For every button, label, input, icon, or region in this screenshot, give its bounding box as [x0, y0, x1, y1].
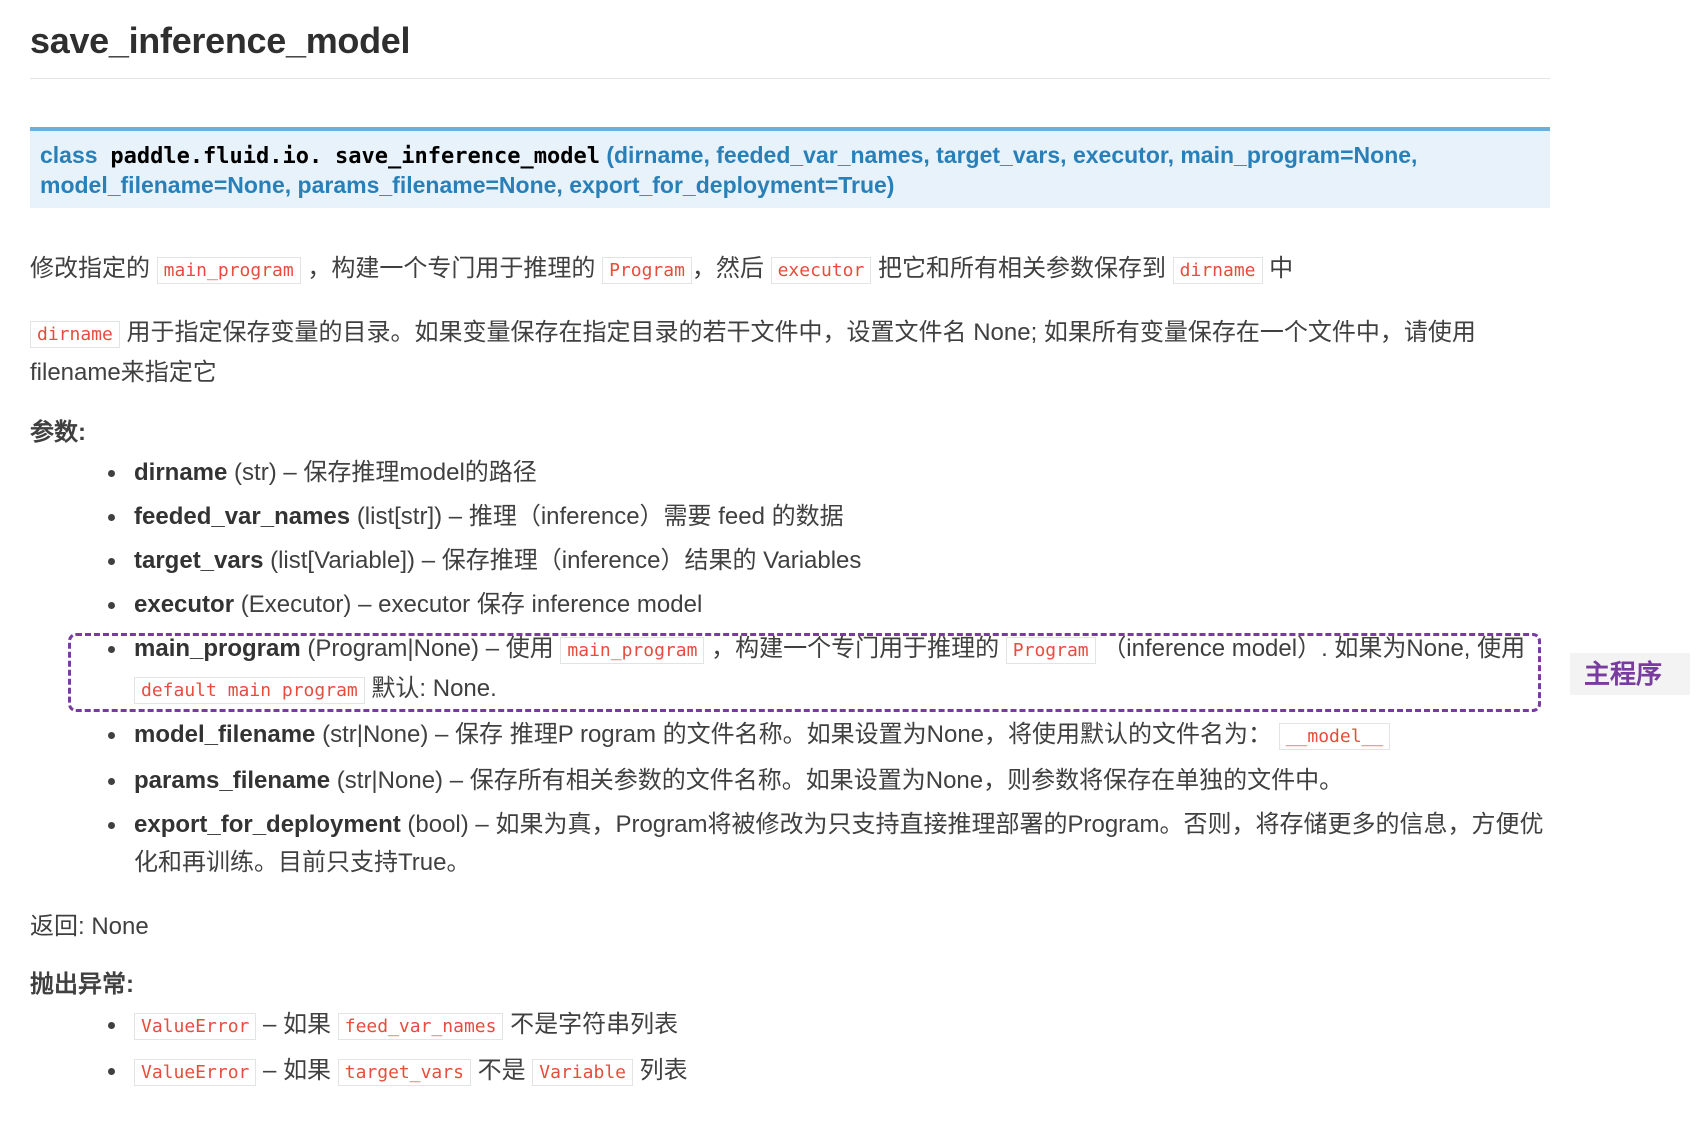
param-sep: –: [448, 503, 463, 530]
doc-page: save_inference_model class paddle.fluid.…: [30, 0, 1550, 1098]
raises-code-valueerror: ValueError: [134, 1013, 257, 1040]
desc1-text-4: 把它和所有相关参数保存到: [877, 255, 1166, 282]
param-item-dirname: dirname (str) – 保存推理model的路径: [102, 454, 1550, 492]
raises-list: ValueError – 如果 feed_var_names 不是字符串列表 V…: [30, 1006, 1550, 1092]
raises-heading: 抛出异常:: [30, 971, 134, 998]
param-type: (str): [234, 459, 277, 486]
param-type: (Executor): [240, 591, 352, 618]
param-desc-1: 保存 推理P rogram 的文件名称。如果设置为None，将使用默认的文件名为…: [455, 721, 1273, 748]
main-program-annotation: 主程序: [1570, 653, 1690, 695]
param-sep: –: [435, 721, 449, 748]
param-name: params_filename: [134, 767, 331, 794]
param-desc: executor 保存 inference model: [378, 591, 703, 618]
function-signature: class paddle.fluid.io. save_inference_mo…: [30, 127, 1550, 208]
raises-text-1: – 如果: [263, 1011, 332, 1038]
returns-line: 返回: None: [30, 913, 149, 940]
param-item-executor: executor (Executor) – executor 保存 infere…: [102, 586, 1550, 624]
title-divider: [30, 78, 1550, 79]
param-sep: –: [421, 547, 436, 574]
param-sep: –: [475, 811, 489, 838]
param-name: target_vars: [134, 547, 264, 574]
param-desc: 保存所有相关参数的文件名称。如果设置为None，则参数将保存在单独的文件中。: [469, 767, 1344, 794]
raises-item: ValueError – 如果 feed_var_names 不是字符串列表: [102, 1006, 1550, 1046]
params-heading: 参数:: [30, 419, 86, 446]
param-sep: –: [358, 591, 372, 618]
param-item-params-filename: params_filename (str|None) – 保存所有相关参数的文件…: [102, 762, 1550, 800]
raises-text-2: 不是字符串列表: [510, 1011, 679, 1038]
desc1-text-1: 修改指定的: [30, 255, 150, 282]
raises-text-3: 列表: [639, 1057, 688, 1084]
desc1-code-main-program: main_program: [156, 257, 301, 284]
param-type: (list[str]): [356, 503, 443, 530]
signature-module: paddle.fluid.io.: [110, 144, 323, 169]
raises-code-valueerror: ValueError: [134, 1059, 257, 1086]
signature-args-line1: (dirname, feeded_var_names, target_vars,…: [606, 142, 1418, 168]
signature-function-name: save_inference_model: [335, 144, 600, 169]
param-type: (str|None): [336, 767, 444, 794]
param-name: model_filename: [134, 721, 316, 748]
param-name: feeded_var_names: [134, 503, 351, 530]
description-paragraph-2: dirname 用于指定保存变量的目录。如果变量保存在指定目录的若干文件中，设置…: [30, 314, 1550, 392]
desc1-code-dirname: dirname: [1172, 257, 1263, 284]
desc1-text-5: 中: [1269, 255, 1294, 282]
signature-class-keyword: class: [40, 142, 98, 168]
param-item-target-vars: target_vars (list[Variable]) – 保存推理（infe…: [102, 542, 1550, 580]
param-code-model: __model__: [1278, 723, 1391, 750]
desc2-text: 用于指定保存变量的目录。如果变量保存在指定目录的若干文件中，设置文件名 None…: [30, 319, 1476, 386]
param-item-feeded-var-names: feeded_var_names (list[str]) – 推理（infere…: [102, 498, 1550, 536]
main-program-highlight-box: [68, 633, 1541, 712]
raises-text-1: – 如果: [263, 1057, 332, 1084]
param-desc: 推理（inference）需要 feed 的数据: [468, 503, 844, 530]
raises-code-feed-var-names: feed_var_names: [337, 1013, 504, 1040]
desc1-code-program: Program: [602, 257, 692, 284]
param-type: (bool): [407, 811, 469, 838]
desc1-code-executor: executor: [770, 257, 872, 284]
signature-args-line2: model_filename=None, params_filename=Non…: [40, 172, 895, 198]
raises-code-target-vars: target_vars: [337, 1059, 471, 1086]
param-type: (str|None): [322, 721, 429, 748]
description-paragraph-1: 修改指定的 main_program ，构建一个专门用于推理的 Program，…: [30, 250, 1550, 290]
param-item-model-filename: model_filename (str|None) – 保存 推理P rogra…: [102, 716, 1550, 756]
raises-text-2: 不是: [477, 1057, 526, 1084]
param-desc: 保存推理（inference）结果的 Variables: [441, 547, 862, 574]
param-sep: –: [449, 767, 464, 794]
param-name: executor: [134, 591, 235, 618]
param-sep: –: [283, 459, 297, 486]
desc1-text-2: ，构建一个专门用于推理的: [307, 255, 596, 282]
page-title: save_inference_model: [30, 20, 411, 61]
param-type: (list[Variable]): [270, 547, 416, 574]
param-item-export-for-deployment: export_for_deployment (bool) – 如果为真，Prog…: [102, 806, 1550, 882]
desc1-text-3: ，然后: [691, 255, 764, 282]
param-name: dirname: [134, 459, 228, 486]
desc2-code-dirname: dirname: [30, 321, 120, 348]
param-desc: 保存推理model的路径: [303, 459, 537, 486]
raises-item: ValueError – 如果 target_vars 不是 Variable …: [102, 1052, 1550, 1092]
raises-code-variable: Variable: [532, 1059, 633, 1086]
param-name: export_for_deployment: [134, 811, 401, 838]
